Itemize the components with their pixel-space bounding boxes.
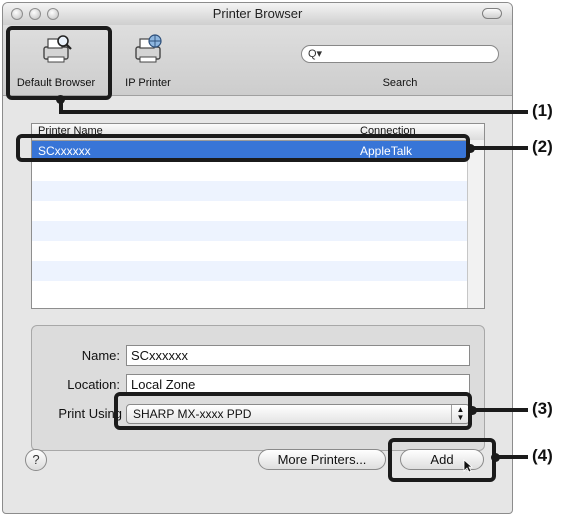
search-label: Search (382, 77, 418, 89)
name-field[interactable]: SCxxxxxx (126, 345, 470, 366)
empty-row (32, 161, 469, 181)
callout-box-2 (16, 134, 470, 162)
callout-box-1 (6, 26, 112, 100)
list-scrollbar[interactable] (467, 140, 484, 308)
callout-label-4: (4) (532, 446, 553, 465)
help-button[interactable]: ? (25, 449, 47, 471)
printer-globe-icon (135, 34, 162, 63)
empty-row (32, 281, 469, 301)
callout-box-4 (388, 438, 496, 482)
callout-label-2: (2) (532, 137, 553, 156)
more-printers-button[interactable]: More Printers... (258, 449, 386, 470)
empty-row (32, 241, 469, 261)
callout-line-4 (495, 455, 528, 459)
location-label: Location: (67, 377, 120, 392)
search-input[interactable]: Q▾ (301, 45, 499, 63)
toolbar-ip-printer[interactable]: IP Printer (113, 25, 183, 95)
toolbar-toggle-button[interactable] (482, 8, 502, 19)
search-icon: Q▾ (308, 48, 323, 60)
empty-row (32, 201, 469, 221)
empty-row (32, 221, 469, 241)
empty-row (32, 181, 469, 201)
print-using-label: Print Using (58, 406, 122, 421)
title-bar: Printer Browser (3, 3, 512, 26)
toolbar-label-ip-printer: IP Printer (125, 77, 171, 89)
window-title: Printer Browser (212, 6, 303, 21)
name-label: Name: (81, 348, 120, 363)
empty-row (32, 261, 469, 281)
callout-line-2 (470, 146, 528, 150)
printer-properties-panel: Name: SCxxxxxx Location: Local Zone Prin… (31, 325, 485, 451)
callout-label-1: (1) (532, 101, 553, 120)
callout-label-3: (3) (532, 399, 553, 418)
callout-line-3 (472, 408, 528, 412)
callout-line-1 (59, 110, 528, 114)
callout-box-3 (114, 392, 472, 430)
